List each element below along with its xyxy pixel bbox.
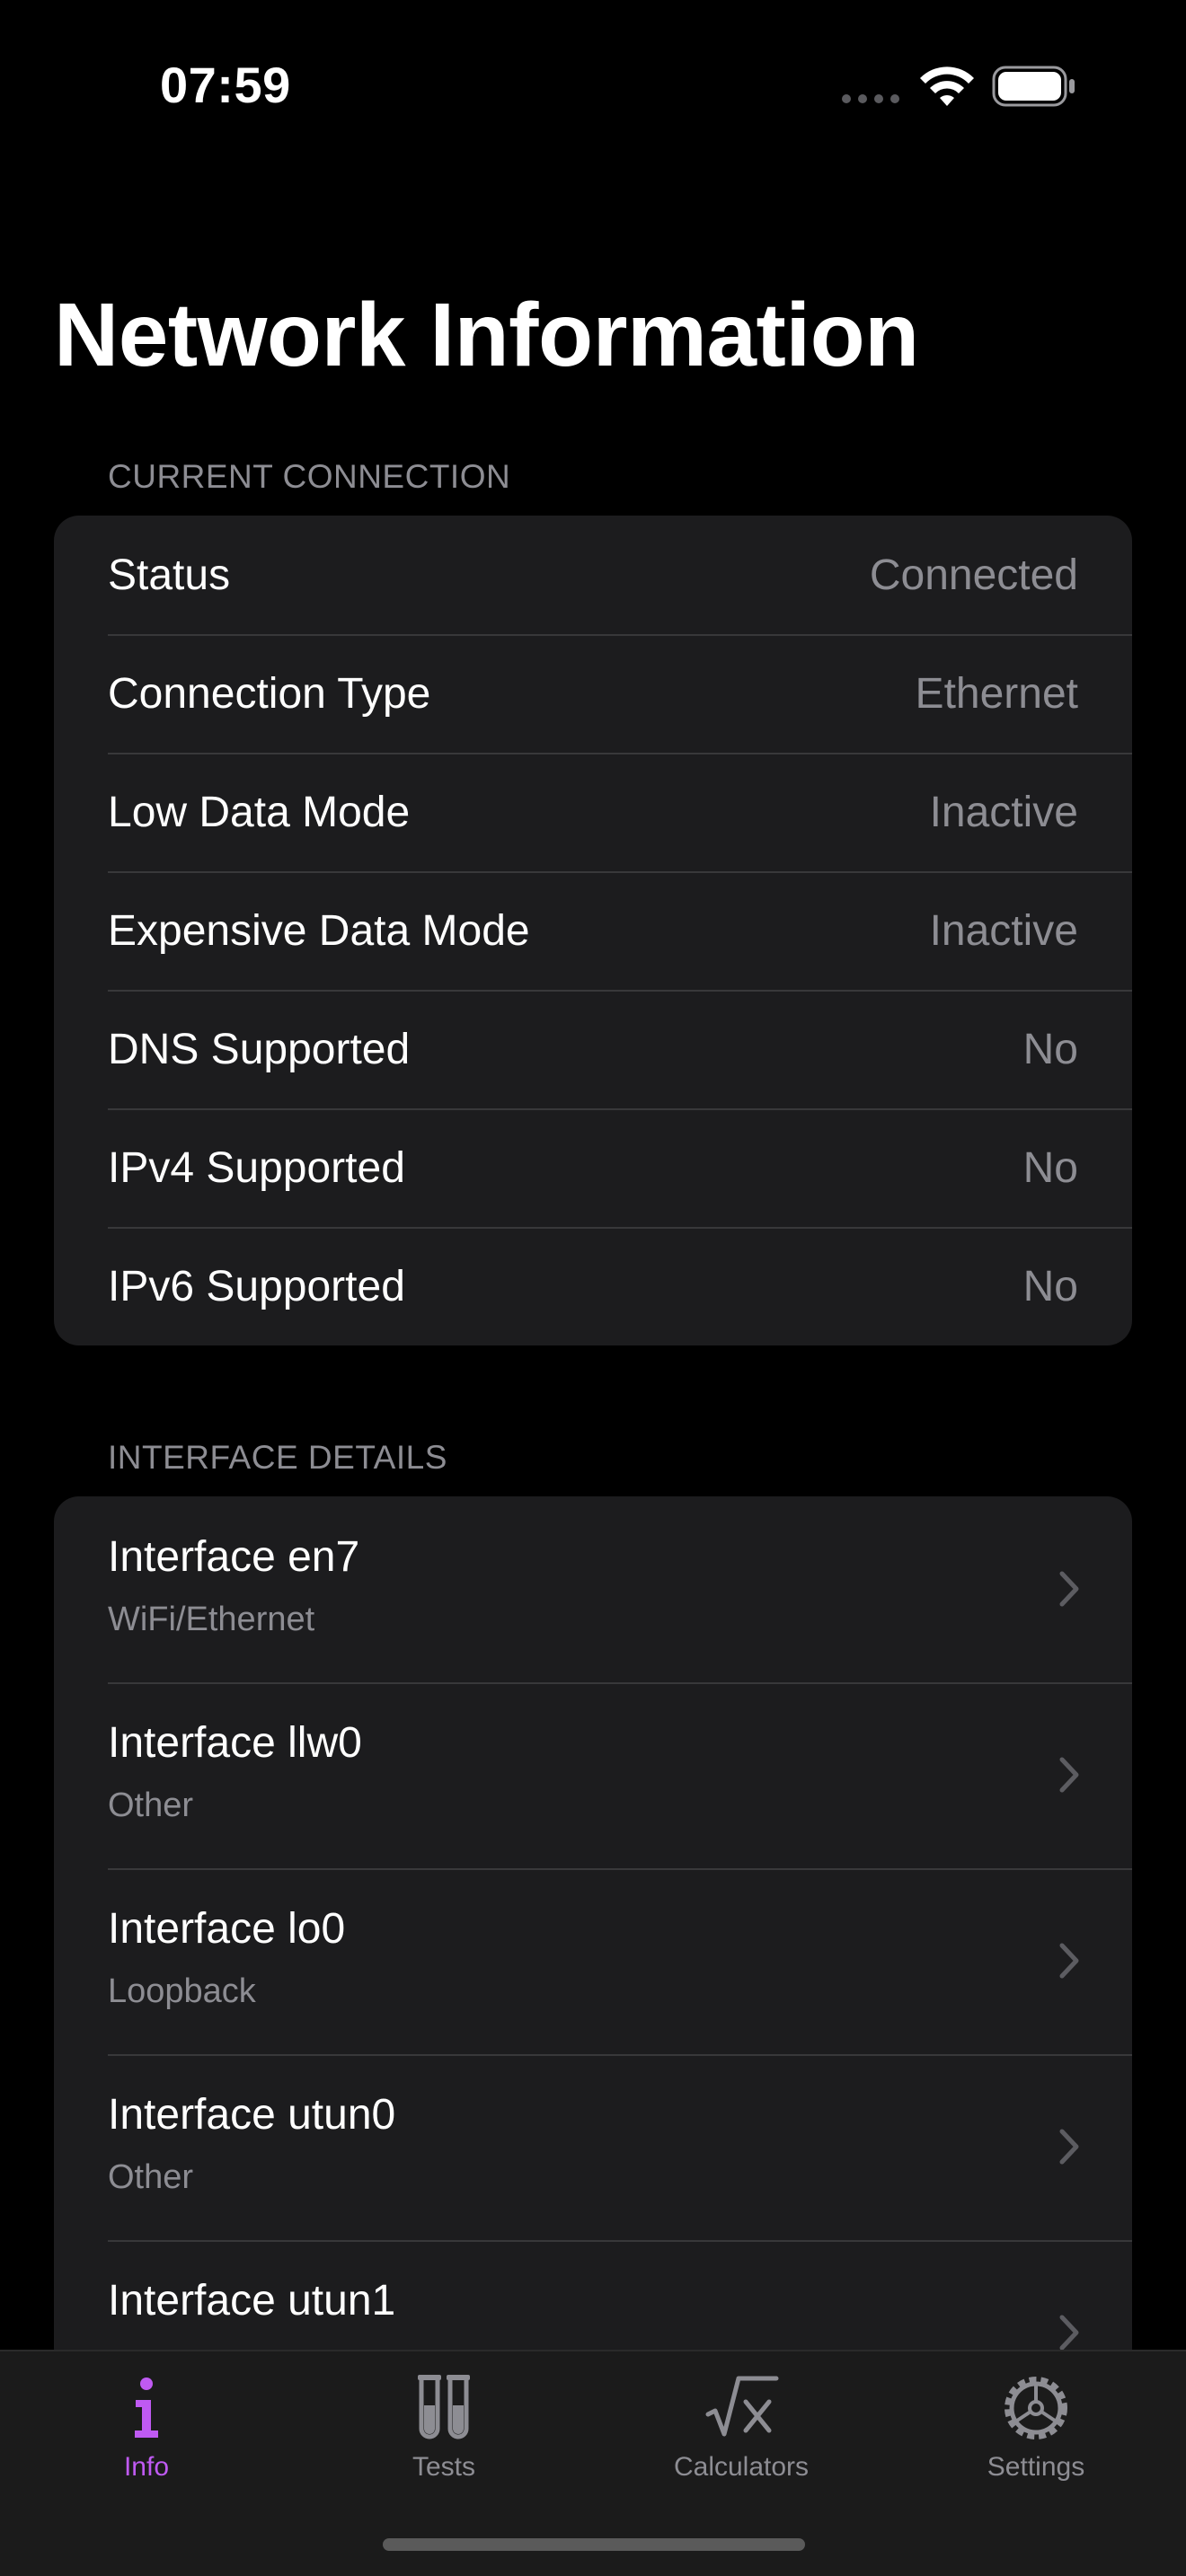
interface-details-group: Interface en7 WiFi/Ethernet Interface ll… [54, 1496, 1132, 2484]
interface-subtitle: Other [108, 2158, 194, 2196]
low-data-mode-row: Low Data Mode Inactive [54, 753, 1132, 871]
current-connection-group: Status Connected Connection Type Etherne… [54, 516, 1132, 1345]
tab-label: Settings [987, 2452, 1085, 2482]
wifi-icon [920, 66, 974, 106]
test-tubes-icon [418, 2375, 470, 2439]
interface-row-lo0[interactable]: Interface lo0 Loopback [54, 1868, 1132, 2054]
row-label: Expensive Data Mode [108, 906, 530, 955]
interface-subtitle: Other [108, 1786, 194, 1824]
interface-row-llw0[interactable]: Interface llw0 Other [54, 1682, 1132, 1868]
status-bar: 07:59 [0, 0, 1186, 171]
tab-label: Info [123, 2452, 170, 2482]
screen: 07:59 Network Information CURRENT CONNEC… [0, 0, 1186, 2576]
cellular-signal-icon [842, 94, 899, 103]
connection-type-row: Connection Type Ethernet [54, 634, 1132, 753]
status-time: 07:59 [160, 57, 291, 113]
gear-icon [1005, 2377, 1067, 2439]
interface-title: Interface lo0 [108, 1905, 346, 1953]
row-label: Status [108, 551, 231, 599]
chevron-right-icon [1059, 1571, 1079, 1607]
row-label: IPv4 Supported [108, 1143, 405, 1192]
section-header-interface-details: INTERFACE DETAILS [108, 1439, 447, 1476]
interface-title: Interface utun1 [108, 2277, 396, 2325]
row-value: No [1022, 1262, 1078, 1310]
tab-info[interactable]: Info [30, 2369, 263, 2504]
dns-supported-row: DNS Supported No [54, 990, 1132, 1108]
info-icon [135, 2378, 158, 2438]
interface-subtitle: Loopback [108, 1972, 256, 2010]
row-label: Low Data Mode [108, 788, 411, 836]
home-indicator [383, 2538, 805, 2551]
row-value: Connected [869, 551, 1078, 599]
status-row: Status Connected [54, 516, 1132, 634]
interface-subtitle: WiFi/Ethernet [108, 1601, 315, 1638]
page-title: Network Information [54, 285, 919, 385]
interface-row-en7[interactable]: Interface en7 WiFi/Ethernet [54, 1496, 1132, 1682]
tab-label: Calculators [673, 2452, 810, 2482]
square-root-icon [705, 2376, 779, 2437]
chevron-right-icon [1059, 1943, 1079, 1979]
tab-calculators[interactable]: Calculators [624, 2369, 858, 2504]
tab-tests[interactable]: Tests [327, 2369, 561, 2504]
chevron-right-icon [1059, 2129, 1079, 2165]
interface-row-utun0[interactable]: Interface utun0 Other [54, 2054, 1132, 2240]
ipv6-supported-row: IPv6 Supported No [54, 1227, 1132, 1345]
chevron-right-icon [1059, 1757, 1079, 1793]
tab-label: Tests [412, 2452, 476, 2482]
section-header-current-connection: CURRENT CONNECTION [108, 458, 511, 495]
interface-title: Interface llw0 [108, 1719, 362, 1767]
row-value: Ethernet [915, 669, 1078, 718]
row-label: IPv6 Supported [108, 1262, 405, 1310]
row-label: DNS Supported [108, 1025, 411, 1073]
chevron-right-icon [1059, 2315, 1079, 2351]
row-value: Inactive [929, 906, 1078, 955]
row-value: No [1022, 1143, 1078, 1192]
battery-icon [992, 66, 1075, 107]
tab-settings[interactable]: Settings [919, 2369, 1153, 2504]
ipv4-supported-row: IPv4 Supported No [54, 1108, 1132, 1227]
row-value: No [1022, 1025, 1078, 1073]
row-label: Connection Type [108, 669, 431, 718]
expensive-data-mode-row: Expensive Data Mode Inactive [54, 871, 1132, 990]
row-value: Inactive [929, 788, 1078, 836]
interface-title: Interface en7 [108, 1533, 360, 1581]
interface-title: Interface utun0 [108, 2091, 396, 2139]
